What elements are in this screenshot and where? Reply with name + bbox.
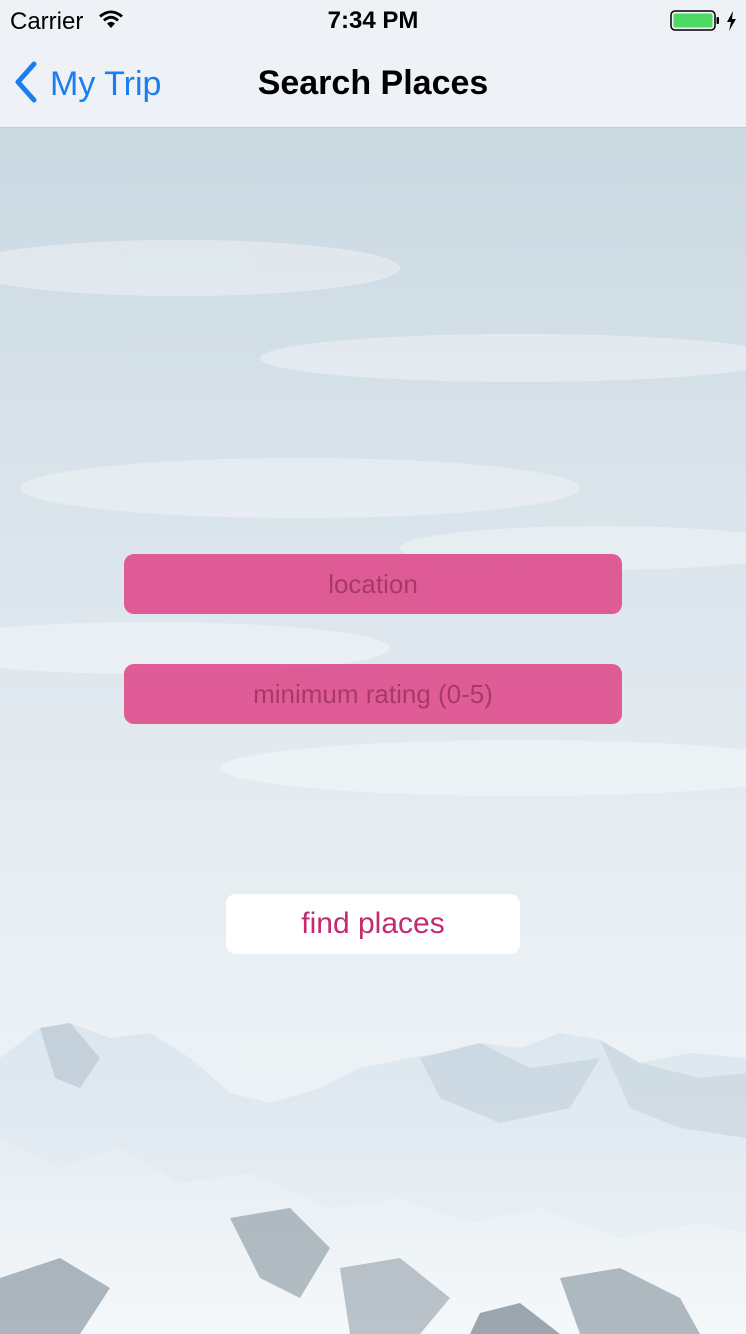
navigation-bar: My Trip Search Places xyxy=(0,40,746,128)
search-places-screen: Carrier 7:34 PM My Trip Search Places lo… xyxy=(0,0,746,1334)
location-input[interactable] xyxy=(124,554,622,614)
find-places-button[interactable]: find places xyxy=(226,894,520,954)
page-title: Search Places xyxy=(257,64,489,102)
battery-icon xyxy=(670,10,736,31)
mountain-background xyxy=(0,128,746,1334)
minimum-rating-input[interactable] xyxy=(124,664,622,724)
status-time: 7:34 PM xyxy=(327,7,419,34)
charging-bolt-icon xyxy=(727,11,736,31)
status-bar: Carrier 7:34 PM xyxy=(0,0,746,40)
